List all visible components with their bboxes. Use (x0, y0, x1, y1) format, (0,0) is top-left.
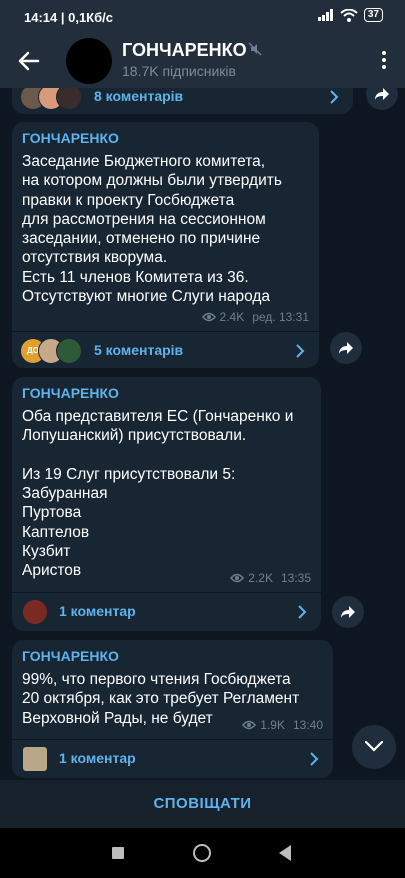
post-bubble: ГОНЧАРЕНКО Заседание Бюджетного комитета… (12, 122, 319, 368)
share-icon (375, 88, 389, 100)
comments-row[interactable]: ДО 5 коментарів (12, 332, 319, 370)
commenter-avatar (22, 599, 48, 625)
eye-icon (242, 720, 257, 730)
post-bubble: ГОНЧАРЕНКО Оба представителя ЕС (Гончаре… (12, 377, 321, 631)
post-meta: 1.9K 13:40 (242, 718, 323, 732)
signal-icon (317, 9, 333, 21)
chevron-right-icon (296, 344, 305, 358)
recents-icon[interactable] (112, 847, 124, 859)
post-author: ГОНЧАРЕНКО (22, 130, 119, 146)
eye-icon (230, 573, 245, 583)
chevron-right-icon (298, 605, 307, 619)
post-author: ГОНЧАРЕНКО (22, 648, 119, 664)
status-icons: 37 (317, 8, 383, 22)
scroll-down-button[interactable] (352, 725, 396, 769)
comments-label: 5 коментарів (94, 342, 184, 358)
message-feed[interactable]: 8 коментарів ГОНЧАРЕНКО Заседание Бюджет… (0, 88, 405, 780)
channel-title[interactable]: ГОНЧАРЕНКО (122, 40, 247, 61)
battery-icon: 37 (363, 8, 383, 22)
post-meta: 2.4K ред. 13:31 (201, 310, 309, 324)
view-count: 2.4K (219, 310, 245, 324)
chevron-right-icon (330, 90, 339, 104)
commenter-avatar (22, 746, 48, 772)
post-time: 13:40 (292, 718, 323, 732)
wifi-icon (340, 8, 358, 22)
share-icon (339, 342, 353, 354)
back-triangle-icon[interactable] (279, 845, 291, 861)
post-text: Оба представителя ЕС (Гончаренко и Лопуш… (22, 408, 294, 580)
comments-row[interactable]: 1 коментар (12, 740, 333, 778)
chevron-right-icon (310, 752, 319, 766)
comments-label: 1 коментар (59, 603, 136, 619)
notify-button[interactable]: СПОВІЩАТИ (0, 780, 405, 828)
more-menu-icon[interactable] (379, 48, 389, 74)
eye-icon (201, 312, 216, 322)
channel-header: ГОНЧАРЕНКО 18.7K підписників (0, 34, 405, 88)
notify-label: СПОВІЩАТИ (153, 795, 252, 812)
post-meta: 2.2K 13:35 (230, 571, 311, 585)
status-time: 14:14 | 0,1Кб/с (24, 10, 113, 25)
post-time: ред. 13:31 (252, 310, 309, 324)
view-count: 2.2K (248, 571, 273, 585)
share-button[interactable] (332, 596, 364, 628)
comments-row[interactable]: 8 коментарів (12, 88, 353, 114)
subscriber-count: 18.7K підписників (122, 63, 236, 79)
comments-row[interactable]: 1 коментар (12, 593, 321, 631)
share-icon (341, 606, 355, 618)
post-text: Заседание Бюджетного комитета, на которо… (22, 153, 282, 306)
share-button[interactable] (366, 88, 398, 110)
comments-label: 1 коментар (59, 750, 136, 766)
back-arrow-icon[interactable] (16, 48, 42, 74)
channel-avatar[interactable] (66, 38, 112, 84)
system-nav-bar (0, 828, 405, 878)
chevron-down-icon (365, 741, 383, 752)
share-button[interactable] (330, 332, 362, 364)
post-time: 13:35 (280, 571, 311, 585)
status-bar: 14:14 | 0,1Кб/с 37 (0, 0, 405, 34)
view-count: 1.9K (260, 718, 285, 732)
commenter-avatar (56, 88, 82, 110)
muted-icon (248, 42, 262, 56)
post-bubble: 8 коментарів (12, 88, 353, 114)
post-author: ГОНЧАРЕНКО (22, 385, 119, 401)
home-icon[interactable] (193, 844, 211, 862)
commenter-avatar (56, 338, 82, 364)
post-bubble: ГОНЧАРЕНКО 99%, что первого чтения Госбю… (12, 640, 333, 778)
comments-label: 8 коментарів (94, 88, 184, 104)
